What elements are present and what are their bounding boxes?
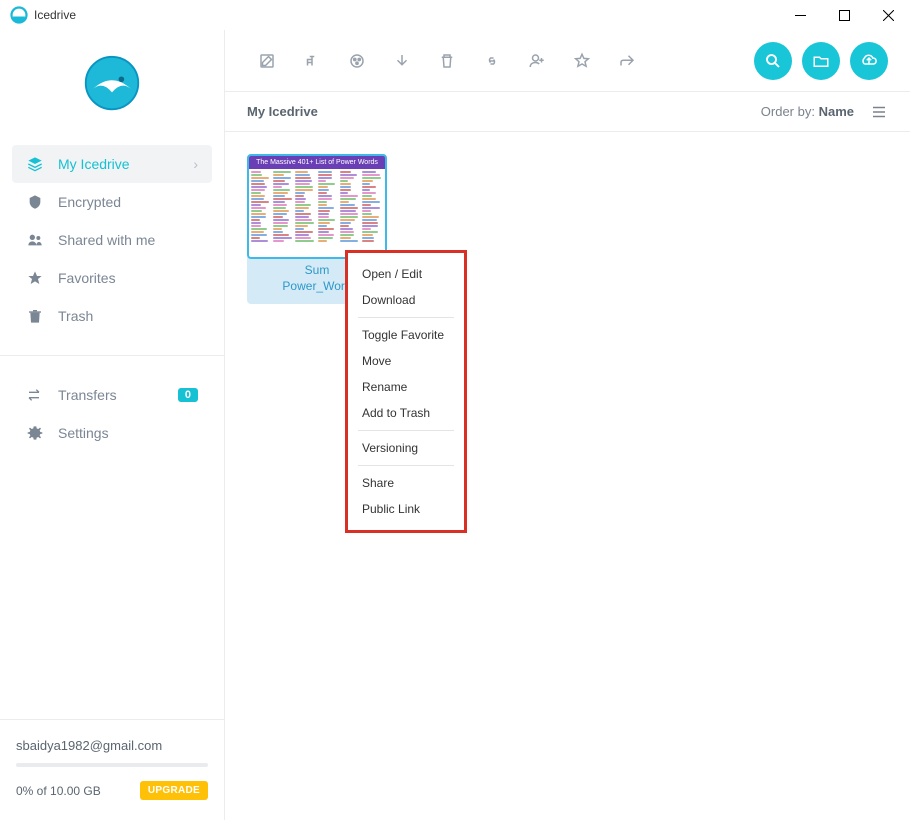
file-thumbnail[interactable]: The Massive 401+ List of Power Words xyxy=(247,154,387,259)
sidebar-item-label: Trash xyxy=(58,308,93,324)
context-menu: Open / EditDownload Toggle FavoriteMoveRe… xyxy=(345,250,467,533)
thumbnail-title: The Massive 401+ List of Power Words xyxy=(249,156,385,169)
sidebar-item-label: Shared with me xyxy=(58,232,155,248)
link-button[interactable] xyxy=(472,41,512,81)
color-button[interactable] xyxy=(337,41,377,81)
breadcrumb-bar: My Icedrive Order by: Name xyxy=(225,92,910,132)
app-logo-icon xyxy=(10,6,28,24)
sidebar-item-favorites[interactable]: Favorites xyxy=(12,259,212,297)
new-folder-button[interactable] xyxy=(802,42,840,80)
context-menu-item-share[interactable]: Share xyxy=(348,470,464,496)
share-user-button[interactable] xyxy=(517,41,557,81)
sidebar-item-label: Settings xyxy=(58,425,109,441)
context-menu-item-add-to-trash[interactable]: Add to Trash xyxy=(348,400,464,426)
window-close-button[interactable] xyxy=(866,0,910,30)
star-icon xyxy=(26,270,44,286)
context-menu-divider xyxy=(358,465,454,466)
layers-icon xyxy=(26,156,44,172)
file-grid: The Massive 401+ List of Power Words Sum… xyxy=(225,132,910,820)
upload-button[interactable] xyxy=(850,42,888,80)
window-title: Icedrive xyxy=(34,8,76,22)
sidebar-item-label: Encrypted xyxy=(58,194,121,210)
context-menu-item-toggle-favorite[interactable]: Toggle Favorite xyxy=(348,322,464,348)
edit-button[interactable] xyxy=(247,41,287,81)
sidebar-item-label: Favorites xyxy=(58,270,116,286)
view-list-button[interactable] xyxy=(870,103,888,121)
sort-control[interactable]: Order by: Name xyxy=(761,104,854,119)
brand-logo-icon xyxy=(82,53,142,113)
transfers-badge: 0 xyxy=(178,388,198,402)
user-email: sbaidya1982@gmail.com xyxy=(16,738,208,753)
delete-button[interactable] xyxy=(427,41,467,81)
context-menu-divider xyxy=(358,430,454,431)
shield-icon xyxy=(26,194,44,210)
gear-icon xyxy=(26,425,44,441)
sidebar-item-label: Transfers xyxy=(58,387,117,403)
context-menu-item-open-edit[interactable]: Open / Edit xyxy=(348,261,464,287)
transfer-icon xyxy=(26,387,44,403)
context-menu-item-public-link[interactable]: Public Link xyxy=(348,496,464,522)
download-button[interactable] xyxy=(382,41,422,81)
context-menu-divider xyxy=(358,317,454,318)
rename-button[interactable] xyxy=(292,41,332,81)
forward-button[interactable] xyxy=(607,41,647,81)
context-menu-item-move[interactable]: Move xyxy=(348,348,464,374)
storage-usage-text: 0% of 10.00 GB xyxy=(16,784,101,798)
sidebar: My Icedrive › Encrypted Shared with me F… xyxy=(0,30,225,820)
upgrade-button[interactable]: UPGRADE xyxy=(140,781,208,800)
sidebar-item-transfers[interactable]: Transfers 0 xyxy=(12,376,212,414)
people-icon xyxy=(26,232,44,248)
toolbar xyxy=(225,30,910,92)
sidebar-item-encrypted[interactable]: Encrypted xyxy=(12,183,212,221)
trash-icon xyxy=(26,308,44,324)
chevron-right-icon: › xyxy=(193,156,198,172)
window-minimize-button[interactable] xyxy=(778,0,822,30)
sidebar-item-trash[interactable]: Trash xyxy=(12,297,212,335)
sidebar-item-settings[interactable]: Settings xyxy=(12,414,212,452)
search-button[interactable] xyxy=(754,42,792,80)
window-maximize-button[interactable] xyxy=(822,0,866,30)
context-menu-item-versioning[interactable]: Versioning xyxy=(348,435,464,461)
sidebar-item-label: My Icedrive xyxy=(58,156,130,172)
sidebar-footer: sbaidya1982@gmail.com 0% of 10.00 GB UPG… xyxy=(0,719,224,820)
favorite-button[interactable] xyxy=(562,41,602,81)
main-area: My Icedrive Order by: Name The Massive 4… xyxy=(225,30,910,820)
window-titlebar: Icedrive xyxy=(0,0,910,30)
sidebar-item-my-icedrive[interactable]: My Icedrive › xyxy=(12,145,212,183)
breadcrumb[interactable]: My Icedrive xyxy=(247,104,318,119)
context-menu-item-rename[interactable]: Rename xyxy=(348,374,464,400)
context-menu-item-download[interactable]: Download xyxy=(348,287,464,313)
storage-progress-bar xyxy=(16,763,208,767)
sidebar-item-shared[interactable]: Shared with me xyxy=(12,221,212,259)
